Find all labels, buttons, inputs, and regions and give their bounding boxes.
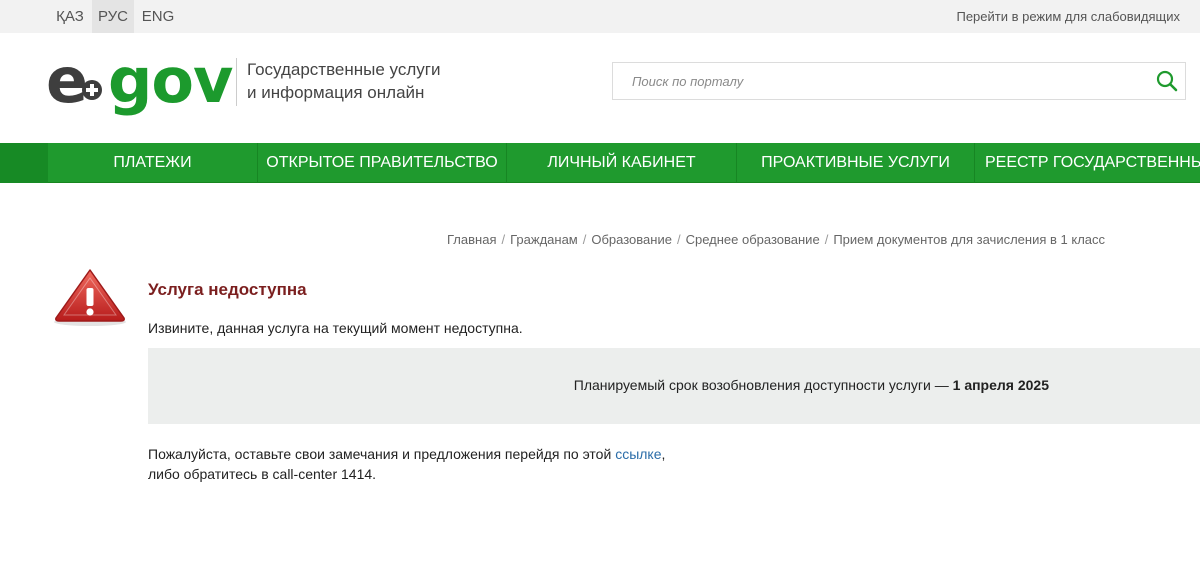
search-box [612, 62, 1186, 100]
egov-logo[interactable]: e gov [46, 44, 233, 117]
notice-label: Планируемый срок возобновления доступнос… [573, 377, 953, 393]
logo-plus-icon [82, 80, 102, 100]
feedback-block: Пожалуйста, оставьте свои замечания и пр… [148, 444, 665, 484]
accessibility-mode-link[interactable]: Перейти в режим для слабовидящих [956, 0, 1180, 33]
breadcrumb-secondary-education[interactable]: Среднее образование [686, 232, 820, 247]
tagline-line-2: и информация онлайн [247, 83, 425, 102]
nav-stub [0, 143, 48, 183]
search-input[interactable] [613, 63, 1143, 99]
error-title: Услуга недоступна [148, 280, 307, 299]
logo-gov: gov [108, 44, 233, 117]
nav-item-payments[interactable]: ПЛАТЕЖИ [48, 143, 258, 183]
resumption-notice: Планируемый срок возобновления доступнос… [148, 348, 1200, 424]
feedback-link[interactable]: ссылке [615, 446, 661, 462]
nav-item-personal-account[interactable]: ЛИЧНЫЙ КАБИНЕТ [507, 143, 737, 183]
breadcrumb-current: Прием документов для зачисления в 1 клас… [833, 232, 1106, 247]
breadcrumb-separator: / [582, 232, 587, 247]
site-tagline: Государственные услуги и информация онла… [236, 58, 440, 106]
lang-rus[interactable]: РУС [92, 0, 134, 33]
feedback-text: Пожалуйста, оставьте свои замечания и пр… [148, 446, 616, 462]
top-bar: ҚАЗ РУС ENG Перейти в режим для слабовид… [0, 0, 1200, 33]
breadcrumb-separator: / [501, 232, 506, 247]
breadcrumb-home[interactable]: Главная [447, 232, 496, 247]
search-icon[interactable] [1155, 69, 1179, 93]
nav-item-state-registry[interactable]: РЕЕСТР ГОСУДАРСТВЕННЫХ [975, 143, 1200, 183]
logo-e: e [46, 44, 88, 117]
breadcrumb-separator: / [676, 232, 681, 247]
main-nav: ПЛАТЕЖИ ОТКРЫТОЕ ПРАВИТЕЛЬСТВО ЛИЧНЫЙ КА… [0, 143, 1200, 183]
nav-item-open-government[interactable]: ОТКРЫТОЕ ПРАВИТЕЛЬСТВО [258, 143, 507, 183]
feedback-line-1: Пожалуйста, оставьте свои замечания и пр… [148, 444, 665, 464]
lang-kaz[interactable]: ҚАЗ [48, 0, 92, 33]
breadcrumb-education[interactable]: Образование [591, 232, 672, 247]
breadcrumb-separator: / [824, 232, 829, 247]
notice-text: Планируемый срок возобновления доступнос… [574, 377, 1049, 393]
tagline-line-1: Государственные услуги [247, 60, 441, 79]
feedback-comma: , [661, 446, 666, 462]
notice-date: 1 апреля 2025 [952, 377, 1049, 393]
nav-item-proactive-services[interactable]: ПРОАКТИВНЫЕ УСЛУГИ [737, 143, 975, 183]
warning-icon [50, 266, 130, 328]
error-message: Извините, данная услуга на текущий момен… [148, 320, 523, 336]
breadcrumb-citizens[interactable]: Гражданам [510, 232, 578, 247]
lang-eng[interactable]: ENG [134, 0, 182, 33]
feedback-line-2: либо обратитесь в call-center 1414. [148, 466, 377, 482]
breadcrumb: Главная / Гражданам / Образование / Среднее об… [447, 232, 1105, 247]
